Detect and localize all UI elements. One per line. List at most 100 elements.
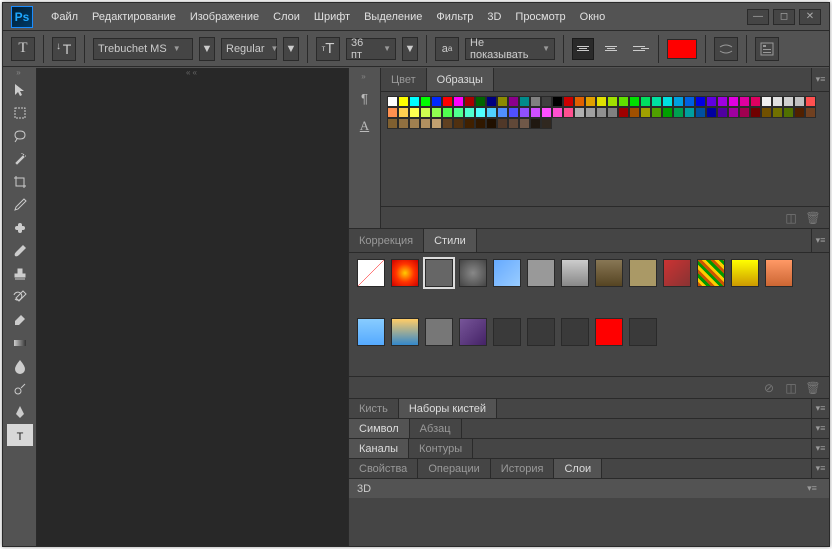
delete-style-button[interactable]: 🗑 [805, 380, 821, 396]
color-swatch[interactable] [585, 96, 596, 107]
style-preset[interactable] [527, 318, 555, 346]
style-preset[interactable] [697, 259, 725, 287]
color-swatch[interactable] [420, 96, 431, 107]
color-swatch[interactable] [629, 107, 640, 118]
color-swatch[interactable] [409, 107, 420, 118]
color-swatch[interactable] [431, 96, 442, 107]
color-swatch[interactable] [673, 96, 684, 107]
style-preset[interactable] [425, 259, 453, 287]
tab-Стили[interactable]: Стили [424, 229, 477, 252]
color-swatch[interactable] [552, 96, 563, 107]
tab-Кисть[interactable]: Кисть [349, 399, 399, 418]
minimize-button[interactable]: — [747, 9, 769, 25]
color-swatch[interactable] [464, 118, 475, 129]
color-swatch[interactable] [453, 96, 464, 107]
color-swatch[interactable] [508, 107, 519, 118]
color-swatch[interactable] [750, 96, 761, 107]
marquee-tool[interactable] [7, 102, 33, 124]
color-swatch[interactable] [398, 118, 409, 129]
style-preset[interactable] [527, 259, 555, 287]
tab-Операции[interactable]: Операции [418, 459, 490, 478]
panel-menu-button[interactable]: ▾≡ [811, 439, 829, 458]
style-preset[interactable] [493, 259, 521, 287]
menu-Фильтр[interactable]: Фильтр [436, 11, 473, 23]
color-swatch[interactable] [574, 96, 585, 107]
color-swatch[interactable] [497, 96, 508, 107]
color-swatch[interactable] [420, 118, 431, 129]
font-family-dropdown[interactable]: ▼ [199, 37, 215, 61]
color-swatch[interactable] [739, 96, 750, 107]
color-swatch[interactable] [750, 107, 761, 118]
style-preset[interactable] [459, 318, 487, 346]
menu-Слои[interactable]: Слои [273, 11, 300, 23]
align-center-button[interactable] [600, 38, 622, 60]
color-swatch[interactable] [706, 107, 717, 118]
align-left-button[interactable] [572, 38, 594, 60]
color-swatch[interactable] [772, 107, 783, 118]
eyedropper-tool[interactable] [7, 194, 33, 216]
color-swatch[interactable] [585, 107, 596, 118]
color-swatch[interactable] [519, 96, 530, 107]
tab-История[interactable]: История [491, 459, 555, 478]
tab-Слои[interactable]: Слои [554, 459, 602, 478]
color-swatch[interactable] [519, 118, 530, 129]
color-swatch[interactable] [387, 107, 398, 118]
spot-heal-tool[interactable] [7, 217, 33, 239]
orientation-toggle[interactable]: ↓T [52, 37, 76, 61]
eraser-tool[interactable] [7, 309, 33, 331]
color-swatch[interactable] [475, 96, 486, 107]
color-swatch[interactable] [453, 107, 464, 118]
color-swatch[interactable] [475, 118, 486, 129]
color-swatch[interactable] [728, 96, 739, 107]
color-swatch[interactable] [398, 107, 409, 118]
warp-text-button[interactable] [714, 37, 738, 61]
color-swatch[interactable] [409, 118, 420, 129]
color-swatch[interactable] [596, 107, 607, 118]
align-right-button[interactable] [628, 38, 650, 60]
style-preset[interactable] [595, 259, 623, 287]
style-preset[interactable] [425, 318, 453, 346]
close-button[interactable]: ✕ [799, 9, 821, 25]
panel-grip[interactable]: » [3, 68, 36, 78]
color-swatch[interactable] [453, 118, 464, 129]
color-swatch[interactable] [563, 107, 574, 118]
style-preset[interactable] [561, 318, 589, 346]
color-swatch[interactable] [563, 96, 574, 107]
color-swatch[interactable] [695, 107, 706, 118]
tab-Каналы[interactable]: Каналы [349, 439, 409, 458]
move-tool[interactable] [7, 79, 33, 101]
tab-Свойства[interactable]: Свойства [349, 459, 418, 478]
strip-grip[interactable]: » [357, 72, 373, 81]
brush-tool[interactable] [7, 240, 33, 262]
color-swatch[interactable] [508, 96, 519, 107]
tab-Наборы кистей[interactable]: Наборы кистей [399, 399, 497, 418]
color-swatch[interactable] [805, 96, 816, 107]
canvas-area[interactable]: «« [37, 68, 349, 546]
color-swatch[interactable] [673, 107, 684, 118]
color-swatch[interactable] [431, 118, 442, 129]
color-swatch[interactable] [728, 107, 739, 118]
style-preset[interactable] [357, 259, 385, 287]
color-swatch[interactable] [794, 107, 805, 118]
style-preset[interactable] [357, 318, 385, 346]
style-preset[interactable] [459, 259, 487, 287]
color-swatch[interactable] [530, 118, 541, 129]
blur-tool[interactable] [7, 355, 33, 377]
paragraph-icon[interactable]: ¶ [354, 87, 376, 109]
text-color-swatch[interactable] [667, 39, 697, 59]
color-swatch[interactable] [497, 118, 508, 129]
menu-Шрифт[interactable]: Шрифт [314, 11, 350, 23]
menu-Выделение[interactable]: Выделение [364, 11, 422, 23]
tab-Цвет[interactable]: Цвет [381, 68, 427, 91]
antialias-select[interactable]: Не показывать▼ [465, 38, 555, 60]
color-swatch[interactable] [442, 107, 453, 118]
color-swatch[interactable] [508, 118, 519, 129]
magic-wand-tool[interactable] [7, 148, 33, 170]
type-tool[interactable]: T [7, 424, 33, 446]
menu-Файл[interactable]: Файл [51, 11, 78, 23]
color-swatch[interactable] [772, 96, 783, 107]
tab-Абзац[interactable]: Абзац [410, 419, 462, 438]
color-swatch[interactable] [761, 96, 772, 107]
menu-Окно[interactable]: Окно [580, 11, 606, 23]
color-swatch[interactable] [519, 107, 530, 118]
